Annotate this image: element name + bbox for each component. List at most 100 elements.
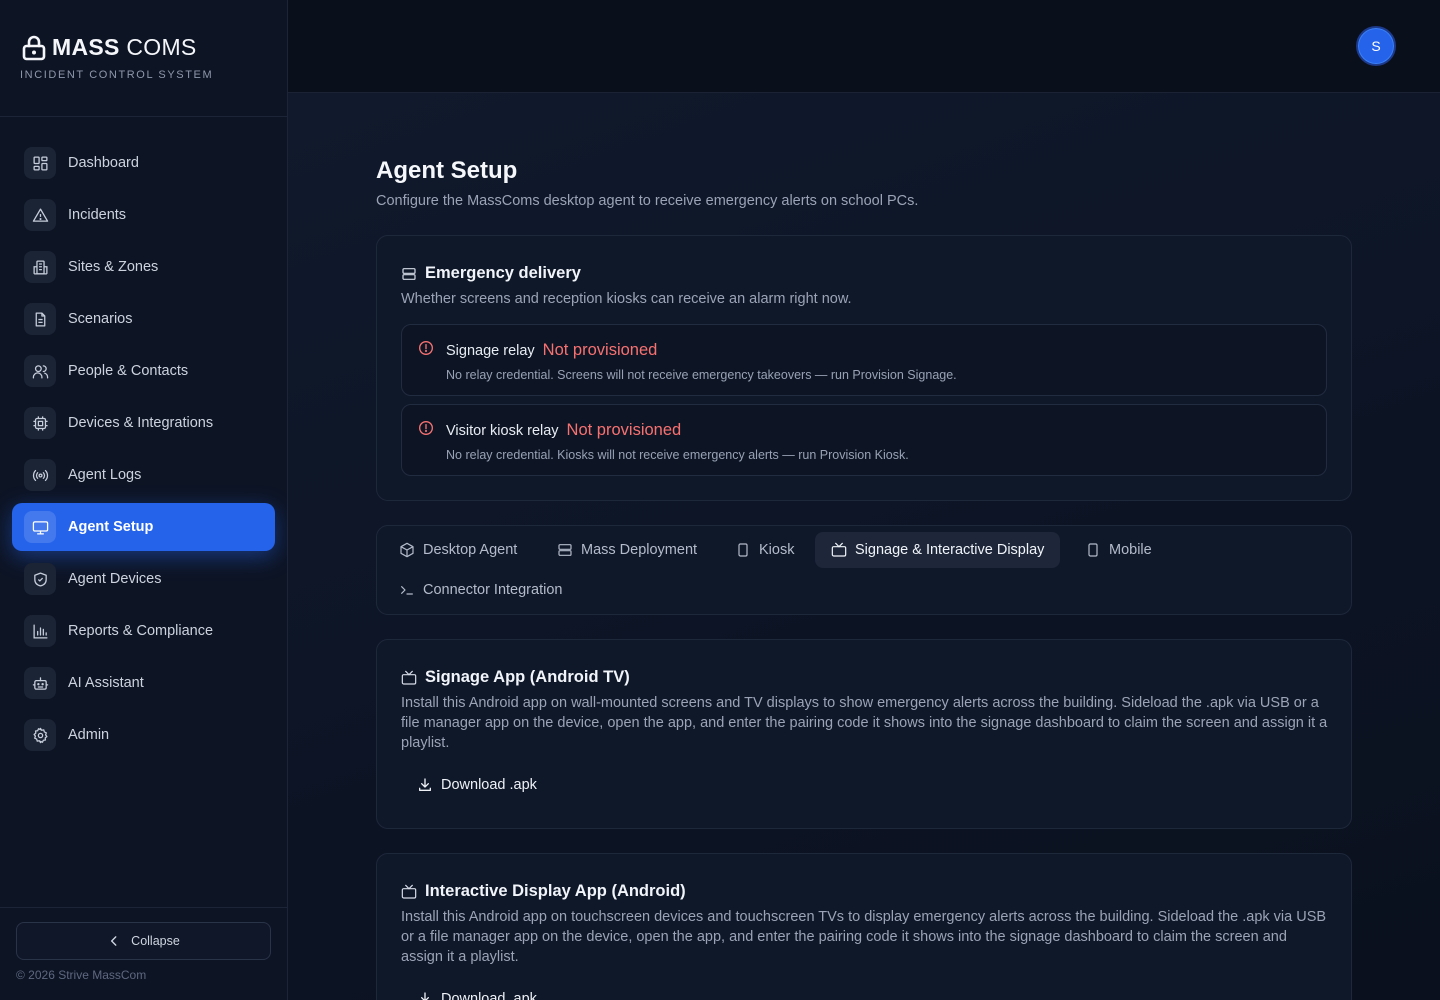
sidebar-item-incidents[interactable]: Incidents bbox=[12, 191, 275, 239]
relay-name: Visitor kiosk relay bbox=[446, 423, 559, 439]
bot-icon bbox=[24, 667, 56, 699]
monitor-icon bbox=[24, 511, 56, 543]
avatar[interactable]: S bbox=[1356, 26, 1396, 66]
download-apk-button[interactable]: Download .apk bbox=[417, 991, 537, 1000]
relay-description: No relay credential. Screens will not re… bbox=[446, 368, 957, 382]
chevron-left-icon bbox=[111, 936, 117, 946]
sidebar-item-label: Scenarios bbox=[68, 311, 133, 327]
tab-signage-interactive-display[interactable]: Signage & Interactive Display bbox=[815, 532, 1061, 568]
card-description: Install this Android app on wall-mounted… bbox=[401, 695, 1328, 751]
alert-circle-icon bbox=[419, 421, 433, 435]
sidebar-item-dashboard[interactable]: Dashboard bbox=[12, 139, 275, 187]
tab-connector-integration[interactable]: Connector Integration bbox=[377, 572, 576, 608]
download-icon bbox=[421, 992, 429, 1000]
sidebar-item-label: AI Assistant bbox=[68, 675, 144, 691]
building-icon bbox=[24, 251, 56, 283]
sidebar-divider bbox=[0, 116, 287, 117]
sidebar-item-label: Agent Logs bbox=[68, 467, 142, 483]
visitor-kiosk-relay-status: Visitor kiosk relay Not provisioned No r… bbox=[401, 404, 1327, 476]
relay-name: Signage relay bbox=[446, 343, 535, 359]
broadcast-icon bbox=[24, 459, 56, 491]
sidebar-item-admin[interactable]: Admin bbox=[12, 711, 275, 759]
sidebar-item-devices-integrations[interactable]: Devices & Integrations bbox=[12, 399, 275, 447]
tab-kiosk[interactable]: Kiosk bbox=[713, 532, 808, 568]
card-description: Whether screens and reception kiosks can… bbox=[401, 291, 852, 307]
shield-icon bbox=[24, 563, 56, 595]
tv-icon bbox=[831, 542, 847, 557]
gear-icon bbox=[24, 719, 56, 751]
sidebar-item-label: Agent Setup bbox=[68, 519, 154, 535]
warning-triangle-icon bbox=[24, 199, 56, 231]
sidebar-divider bbox=[0, 907, 287, 908]
sidebar-nav: Dashboard Incidents Sites & Zones Scenar… bbox=[12, 139, 275, 763]
emergency-delivery-card: Emergency delivery Whether screens and r… bbox=[376, 235, 1352, 501]
download-label: Download .apk bbox=[441, 991, 537, 1000]
card-title: Signage App (Android TV) bbox=[425, 668, 630, 686]
tab-label: Signage & Interactive Display bbox=[855, 542, 1045, 558]
download-icon bbox=[419, 778, 431, 791]
sidebar: MASS COMS INCIDENT CONTROL SYSTEM Dashbo… bbox=[0, 0, 288, 1000]
terminal-icon bbox=[401, 586, 413, 595]
copyright: © 2026 Strive MassCom bbox=[16, 968, 147, 982]
sidebar-item-label: Agent Devices bbox=[68, 571, 162, 587]
download-label: Download .apk bbox=[441, 777, 537, 793]
signage-app-card: Signage App (Android TV) Install this An… bbox=[376, 639, 1352, 829]
tab-mobile[interactable]: Mobile bbox=[1063, 532, 1166, 568]
sidebar-item-label: Devices & Integrations bbox=[68, 415, 214, 431]
brand-name: MASS COMS bbox=[52, 34, 197, 60]
card-description: Install this Android app on touchscreen … bbox=[401, 909, 1327, 965]
status-badge: Not provisioned bbox=[542, 341, 658, 359]
collapse-button[interactable]: Collapse bbox=[16, 922, 271, 960]
relay-description: No relay credential. Kiosks will not rec… bbox=[446, 448, 909, 462]
card-title: Interactive Display App (Android) bbox=[425, 882, 686, 900]
main-content: Agent Setup Configure the MassComs deskt… bbox=[288, 93, 1440, 1000]
card-title: Emergency delivery bbox=[425, 264, 581, 282]
tab-label: Connector Integration bbox=[423, 582, 563, 598]
chip-icon bbox=[24, 407, 56, 439]
sidebar-item-label: Dashboard bbox=[68, 155, 139, 171]
sidebar-item-reports-compliance[interactable]: Reports & Compliance bbox=[12, 607, 275, 655]
users-icon bbox=[24, 355, 56, 387]
alert-circle-icon bbox=[419, 341, 433, 355]
sidebar-item-people-contacts[interactable]: People & Contacts bbox=[12, 347, 275, 395]
package-icon bbox=[400, 542, 414, 558]
brand-subtitle: INCIDENT CONTROL SYSTEM bbox=[20, 69, 214, 81]
sidebar-item-agent-setup[interactable]: Agent Setup bbox=[12, 503, 275, 551]
sidebar-item-agent-devices[interactable]: Agent Devices bbox=[12, 555, 275, 603]
bar-chart-icon bbox=[24, 615, 56, 647]
tab-label: Desktop Agent bbox=[423, 542, 518, 558]
tablet-icon bbox=[738, 543, 748, 557]
page-title: Agent Setup bbox=[376, 157, 518, 184]
phone-icon bbox=[1088, 543, 1098, 557]
sidebar-item-label: Reports & Compliance bbox=[68, 623, 214, 639]
collapse-label: Collapse bbox=[131, 934, 180, 948]
tab-desktop-agent[interactable]: Desktop Agent bbox=[377, 532, 531, 568]
sidebar-item-label: People & Contacts bbox=[68, 363, 189, 379]
server-icon bbox=[558, 544, 572, 556]
sidebar-item-scenarios[interactable]: Scenarios bbox=[12, 295, 275, 343]
sidebar-item-agent-logs[interactable]: Agent Logs bbox=[12, 451, 275, 499]
tab-mass-deployment[interactable]: Mass Deployment bbox=[535, 532, 711, 568]
page-subtitle: Configure the MassComs desktop agent to … bbox=[376, 193, 919, 209]
tv-icon bbox=[401, 884, 417, 899]
interactive-display-app-card: Interactive Display App (Android) Instal… bbox=[376, 853, 1352, 1000]
download-apk-button[interactable]: Download .apk bbox=[417, 777, 537, 793]
signage-relay-status: Signage relay Not provisioned No relay c… bbox=[401, 324, 1327, 396]
document-icon bbox=[24, 303, 56, 335]
status-badge: Not provisioned bbox=[566, 421, 682, 439]
brand-logo[interactable]: MASS COMS INCIDENT CONTROL SYSTEM bbox=[20, 34, 214, 81]
tab-label: Kiosk bbox=[759, 542, 795, 558]
tab-label: Mass Deployment bbox=[581, 542, 698, 558]
dashboard-icon bbox=[24, 147, 56, 179]
topbar: S bbox=[288, 0, 1440, 93]
sidebar-item-ai-assistant[interactable]: AI Assistant bbox=[12, 659, 275, 707]
sidebar-item-label: Incidents bbox=[68, 207, 127, 223]
sidebar-item-label: Admin bbox=[68, 727, 110, 743]
server-icon bbox=[402, 267, 416, 280]
lock-icon bbox=[22, 35, 46, 60]
tab-label: Mobile bbox=[1109, 542, 1152, 558]
sidebar-item-label: Sites & Zones bbox=[68, 259, 159, 275]
sidebar-item-sites-zones[interactable]: Sites & Zones bbox=[12, 243, 275, 291]
agent-setup-tabs: Desktop Agent Mass Deployment Kiosk Sign… bbox=[376, 525, 1352, 615]
tv-icon bbox=[401, 670, 417, 685]
